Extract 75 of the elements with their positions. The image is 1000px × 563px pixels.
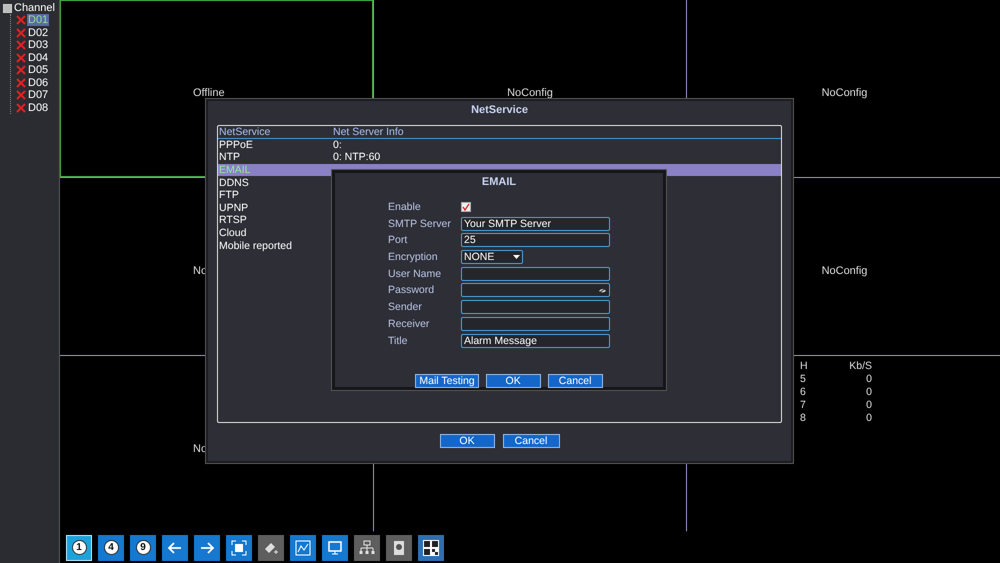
field-label: Encryption	[388, 251, 439, 264]
split-view-button[interactable]: 1	[66, 534, 92, 560]
channel-item[interactable]: D04	[27, 52, 50, 64]
field-label: Sender	[388, 301, 423, 314]
tree-root-label: Channel	[14, 2, 55, 14]
split-view-button[interactable]: 9	[130, 534, 156, 560]
enable-checkbox[interactable]	[461, 202, 471, 212]
offline-x-icon	[16, 90, 26, 100]
offline-x-icon	[16, 15, 26, 26]
channel-item[interactable]: D07	[27, 89, 50, 102]
field-label: User Name	[388, 268, 442, 280]
service-name: EMAIL	[218, 164, 252, 176]
encryption-dropdown[interactable]: NONE	[461, 250, 523, 264]
channel-item[interactable]: D08	[27, 102, 50, 114]
qr-code-icon	[423, 540, 439, 556]
channel-item[interactable]: D03	[27, 39, 50, 52]
offline-x-icon	[16, 65, 26, 76]
stats-cell-text: 0	[865, 399, 872, 411]
field-label: SMTP Server	[388, 218, 452, 230]
password-field[interactable]	[461, 283, 610, 298]
channel-item[interactable]: D06	[27, 76, 50, 89]
column-header: NetService	[218, 126, 272, 138]
offline-x-icon	[16, 40, 26, 50]
cell-status: Offline	[193, 86, 225, 98]
text-field[interactable]	[461, 316, 610, 331]
text-field[interactable]: Alarm Message	[461, 334, 610, 348]
stats-cell-text: 0	[865, 412, 872, 424]
toolbar-button[interactable]	[418, 534, 444, 560]
field-label: Port	[388, 234, 408, 246]
service-name: FTP	[218, 189, 240, 202]
caret-icon	[513, 255, 520, 260]
offline-x-icon	[16, 28, 26, 38]
text-field[interactable]	[461, 300, 610, 314]
eye-icon[interactable]	[598, 286, 607, 294]
stats-cell-text: 0	[865, 373, 872, 385]
field-label: Receiver	[388, 318, 430, 330]
dialog-button[interactable]: OK	[486, 374, 541, 388]
field-label: Title	[388, 334, 408, 346]
tree-toggle-icon	[3, 4, 12, 12]
split-view-button[interactable]: 4	[98, 534, 124, 560]
service-name: PPPoE	[218, 138, 254, 151]
dialog-title: NetService	[471, 104, 528, 116]
field-label: Enable	[388, 201, 422, 213]
dialog-button[interactable]: Mail Testing	[415, 374, 479, 388]
offline-x-icon	[16, 78, 26, 88]
dialog-button[interactable]: OK	[440, 434, 494, 448]
network-icon	[359, 540, 375, 556]
stats-header: H	[800, 360, 809, 372]
offline-x-icon	[16, 102, 26, 113]
chart-icon	[295, 540, 311, 556]
stats-cell-text: 7	[800, 399, 807, 411]
stats-cell-text: 0	[865, 386, 872, 398]
stats-cell-text: 6	[800, 386, 807, 398]
text-field[interactable]: 25	[461, 233, 610, 248]
arrow-right-icon	[199, 540, 215, 556]
cell-status: NoConfig	[507, 86, 553, 98]
monitor-icon	[327, 540, 343, 556]
dialog-button[interactable]: Cancel	[548, 374, 603, 388]
cell-status: NoConfig	[822, 264, 868, 276]
stats-header: Kb/S	[848, 360, 872, 372]
channel-item[interactable]: D02	[27, 26, 50, 39]
stats-cell-text: 5	[800, 373, 807, 385]
cell-status: NoConfig	[822, 86, 868, 98]
field-label: Password	[388, 284, 436, 296]
arrow-left-icon	[167, 540, 183, 556]
fullscreen-icon	[231, 540, 247, 556]
dialog-title: EMAIL	[482, 176, 516, 188]
offline-x-icon	[16, 52, 26, 63]
service-info: 0:	[332, 138, 343, 151]
service-name: NTP	[218, 151, 241, 164]
channel-item[interactable]: D05	[27, 64, 50, 76]
text-field[interactable]	[461, 266, 610, 281]
text-field[interactable]: Your SMTP Server	[461, 216, 610, 231]
dialog-button[interactable]: Cancel	[502, 434, 560, 448]
stats-cell-text: 8	[800, 412, 807, 424]
